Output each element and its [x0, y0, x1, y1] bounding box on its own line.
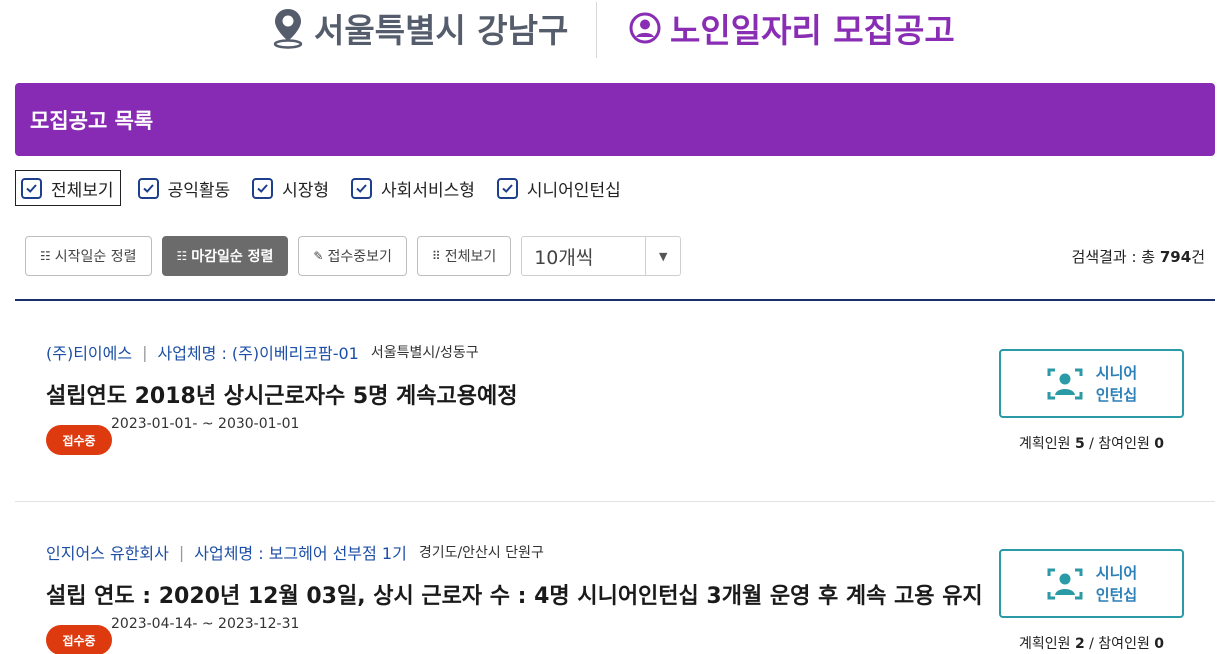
- job-title-link[interactable]: 설립 연도 : 2020년 12월 03일, 상시 근로자 수 : 4명 시니어…: [46, 578, 983, 610]
- filter-social-service[interactable]: 사회서비스형: [346, 170, 480, 206]
- button-label: 전체보기: [444, 249, 497, 265]
- job-meta: (주)티이에스 | 사업체명 : (주)이베리코팜-01 서울특별시/성동구: [46, 340, 479, 364]
- headcount: 계획인원 2 / 참여인원 0: [999, 633, 1184, 653]
- page-size-value: 10개씩: [534, 246, 594, 269]
- checkbox-checked-icon[interactable]: [21, 177, 42, 199]
- business-name: 사업체명 : (주)이베리코팜-01: [157, 344, 359, 363]
- chevron-down-icon[interactable]: ▼: [645, 237, 680, 275]
- region-text: 서울특별시 강남구: [314, 11, 569, 50]
- user-circle-icon: [629, 12, 661, 44]
- job-type-line: 시니어: [1095, 363, 1138, 382]
- filter-label: 시니어인턴십: [526, 180, 621, 201]
- filter-market-type[interactable]: 시장형: [247, 170, 334, 206]
- joined-label: / 참여인원: [1084, 436, 1155, 452]
- sort-by-deadline-button[interactable]: ☷ 마감일순 정렬: [161, 236, 289, 276]
- job-region: 경기도/안산시 단원구: [418, 545, 544, 561]
- company-name[interactable]: (주)티이에스: [46, 340, 132, 364]
- planned-label: 계획인원: [1018, 436, 1075, 452]
- company-name[interactable]: 인지어스 유한회사: [46, 540, 169, 564]
- job-type-badge: 시니어 인턴십: [999, 549, 1184, 618]
- section-title: 모집공고 목록: [30, 108, 154, 133]
- section-title-bar: 모집공고 목록: [15, 83, 1215, 156]
- list-toolbar: ☷ 시작일순 정렬 ☷ 마감일순 정렬 ✎ 접수중보기 ⠿ 전체보기 10개씩 …: [25, 236, 682, 276]
- job-type-label: 시니어 인턴십: [1096, 362, 1137, 406]
- checkbox-checked-icon[interactable]: [496, 177, 518, 199]
- checkbox-checked-icon[interactable]: [252, 177, 274, 199]
- meta-separator: |: [142, 342, 148, 362]
- search-result-count: 검색결과 : 총 794건: [1072, 246, 1205, 267]
- list-icon: ☷: [176, 249, 188, 263]
- person-focus-icon: [1047, 568, 1083, 599]
- business-name: 사업체명 : 보그헤어 선부점 1기: [194, 544, 407, 563]
- filter-label: 사회서비스형: [381, 180, 475, 201]
- filter-label: 공익활동: [167, 180, 231, 201]
- pencil-icon: ✎: [313, 249, 324, 263]
- filter-all[interactable]: 전체보기: [15, 170, 121, 206]
- planned-count: 2: [1074, 636, 1085, 652]
- button-label: 접수중보기: [327, 249, 392, 265]
- filter-label: 시장형: [282, 180, 330, 201]
- filter-public-activity[interactable]: 공익활동: [133, 170, 236, 206]
- joined-count: 0: [1154, 436, 1165, 452]
- planned-label: 계획인원: [1018, 636, 1075, 652]
- sort-by-start-button[interactable]: ☷ 시작일순 정렬: [25, 236, 152, 276]
- checkbox-checked-icon[interactable]: [137, 177, 159, 199]
- filter-senior-internship[interactable]: 시니어인턴십: [492, 170, 626, 206]
- page-title: 노인일자리 모집공고: [628, 6, 955, 50]
- job-type-line: 인턴십: [1095, 585, 1138, 604]
- list-top-divider: [15, 299, 1215, 301]
- result-number: 794: [1159, 248, 1192, 266]
- page-size-select[interactable]: 10개씩 ▼: [521, 236, 682, 276]
- category-filters: 전체보기 공익활동 시장형 사회서비스형 시니어인턴십: [15, 170, 638, 206]
- job-title-link[interactable]: 설립연도 2018년 상시근로자수 5명 계속고용예정: [46, 378, 518, 410]
- headcount: 계획인원 5 / 참여인원 0: [999, 433, 1184, 453]
- job-type-line: 시니어: [1095, 563, 1138, 582]
- person-focus-icon: [1047, 368, 1083, 399]
- joined-count: 0: [1154, 636, 1165, 652]
- button-label: 마감일순 정렬: [191, 249, 274, 265]
- region-heading: 서울특별시 강남구: [270, 6, 568, 50]
- planned-count: 5: [1074, 436, 1085, 452]
- button-label: 시작일순 정렬: [54, 249, 137, 265]
- status-badge: 접수중: [46, 625, 112, 654]
- job-type-label: 시니어 인턴십: [1096, 562, 1137, 606]
- job-type-badge: 시니어 인턴십: [999, 349, 1184, 418]
- job-meta: 인지어스 유한회사 | 사업체명 : 보그헤어 선부점 1기 경기도/안산시 단…: [46, 540, 544, 564]
- checkbox-checked-icon[interactable]: [351, 177, 373, 199]
- meta-separator: |: [178, 542, 185, 562]
- job-type-line: 인턴십: [1095, 385, 1138, 404]
- header-divider: [596, 2, 597, 58]
- result-prefix: 검색결과 : 총: [1071, 248, 1160, 266]
- result-suffix: 건: [1191, 248, 1205, 266]
- status-badge: 접수중: [46, 425, 112, 455]
- location-pin-icon: [273, 9, 303, 49]
- grid-icon: ⠿: [431, 249, 441, 263]
- recruit-period: 2023-01-01- ~ 2030-01-01: [111, 416, 300, 432]
- recruit-period: 2023-04-14- ~ 2023-12-31: [111, 616, 300, 632]
- job-region: 서울특별시/성동구: [370, 345, 479, 361]
- show-all-button[interactable]: ⠿ 전체보기: [416, 236, 512, 276]
- page-header: 서울특별시 강남구 노인일자리 모집공고: [0, 0, 1230, 58]
- show-open-button[interactable]: ✎ 접수중보기: [298, 236, 407, 276]
- list-icon: ☷: [40, 249, 51, 263]
- job-list-item[interactable]: 인지어스 유한회사 | 사업체명 : 보그헤어 선부점 1기 경기도/안산시 단…: [15, 530, 1215, 654]
- page-title-text: 노인일자리 모집공고: [670, 11, 955, 50]
- job-list-item[interactable]: (주)티이에스 | 사업체명 : (주)이베리코팜-01 서울특별시/성동구 설…: [15, 330, 1215, 502]
- filter-label: 전체보기: [51, 180, 114, 201]
- joined-label: / 참여인원: [1084, 636, 1155, 652]
